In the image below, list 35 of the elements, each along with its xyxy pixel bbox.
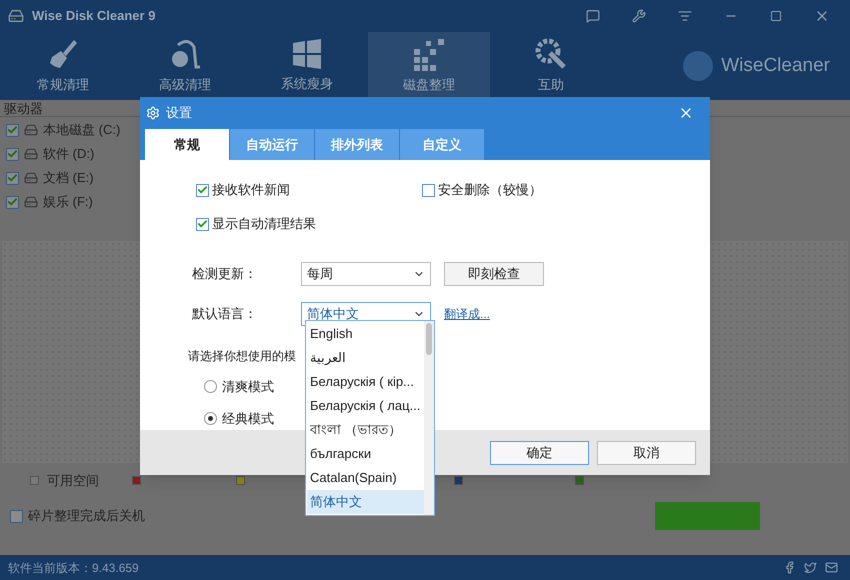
- language-option[interactable]: Беларускія ( лац...: [307, 394, 424, 418]
- language-label: 默认语言：: [192, 305, 258, 324]
- nav-tab[interactable]: 高级清理: [124, 32, 246, 100]
- option-label: 显示自动清理结果: [212, 215, 316, 234]
- update-select[interactable]: 每周: [301, 262, 431, 286]
- language-option[interactable]: العربية: [307, 346, 424, 370]
- update-label: 检测更新：: [192, 265, 258, 284]
- option-label: 安全删除（较慢）: [438, 181, 542, 200]
- language-option[interactable]: Catalan(Spain): [307, 466, 424, 490]
- nav-tab[interactable]: 系统瘦身: [246, 32, 368, 100]
- nav-tab[interactable]: 互助: [490, 32, 612, 100]
- drive-label: 娱乐 (F:): [43, 193, 93, 212]
- drive-label: 本地磁盘 (C:): [43, 121, 120, 140]
- drive-label: 文档 (E:): [43, 169, 94, 188]
- mode-option-label: 经典模式: [222, 410, 274, 428]
- option-label: 接收软件新闻: [212, 181, 290, 200]
- nav-tab[interactable]: 常规清理: [2, 32, 124, 100]
- language-option[interactable]: български: [307, 442, 424, 466]
- language-option[interactable]: Беларускія ( кір...: [307, 370, 424, 394]
- shutdown-label: 碎片整理完成后关机: [28, 507, 145, 526]
- mode-label: 请选择你想使用的模: [188, 349, 296, 363]
- dialog-button[interactable]: 取消: [597, 440, 696, 464]
- nav-tab[interactable]: 磁盘整理: [368, 32, 490, 100]
- legend-label: 可用空间: [47, 472, 99, 490]
- version-text: 软件当前版本：9.43.659: [8, 560, 139, 576]
- language-option[interactable]: বাংলা （ভারত）: [307, 418, 424, 442]
- language-option[interactable]: 简体中文: [307, 490, 424, 514]
- window-title: Wise Disk Cleaner 9: [32, 7, 156, 26]
- brand-name: WiseCleaner: [721, 54, 830, 78]
- translate-link[interactable]: 翻译成...: [444, 305, 490, 323]
- mode-option-label: 清爽模式: [222, 378, 274, 396]
- dialog-button[interactable]: 确定: [490, 440, 589, 464]
- check-now-button[interactable]: 即刻检查: [444, 262, 544, 286]
- drive-label: 软件 (D:): [43, 145, 94, 164]
- settings-tab[interactable]: 常规: [145, 129, 230, 160]
